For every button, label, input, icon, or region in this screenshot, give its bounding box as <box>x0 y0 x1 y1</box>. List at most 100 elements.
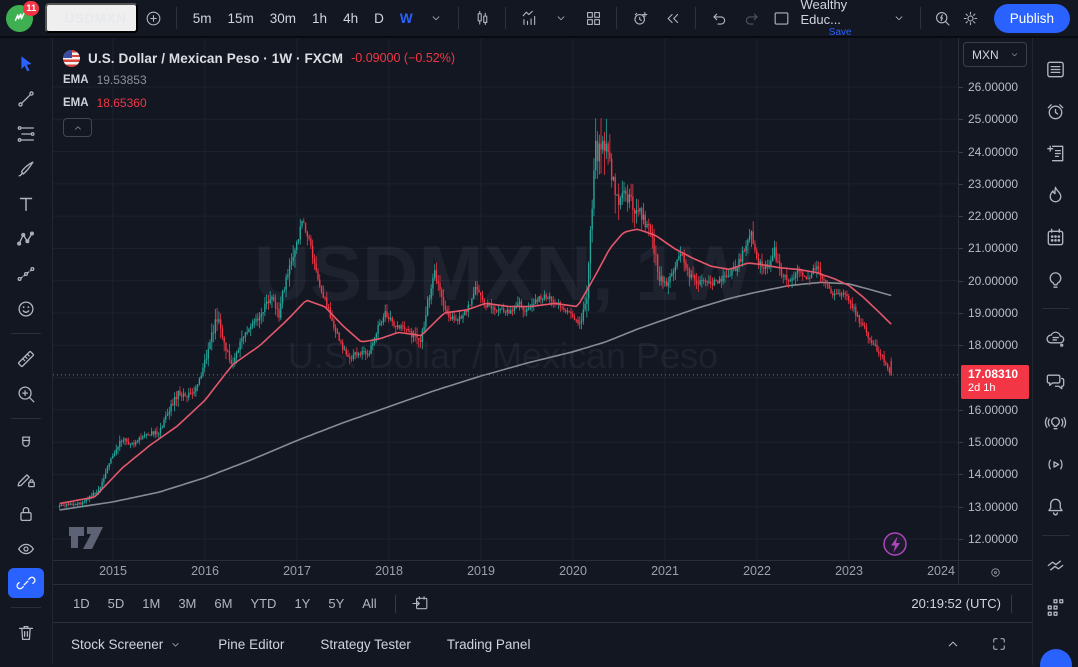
tab-pine-editor[interactable]: Pine Editor <box>218 637 284 652</box>
double-chevrons-icon[interactable] <box>1036 544 1076 586</box>
play-waves-icon[interactable] <box>1036 443 1076 485</box>
price-tick-13: 13.00000 <box>959 499 1032 515</box>
flame-icon[interactable] <box>1036 174 1076 216</box>
bar-replay-icon[interactable] <box>657 3 687 33</box>
tab-label: Stock Screener <box>71 637 163 652</box>
lock-tool[interactable] <box>7 496 45 531</box>
brush-tool[interactable] <box>7 151 45 186</box>
collapse-legend-button[interactable] <box>63 118 92 137</box>
price-change: -0.09000 (−0.52%) <box>351 51 455 65</box>
link-tool[interactable] <box>8 568 44 598</box>
grid-layout-icon[interactable] <box>578 3 608 33</box>
alarm-icon[interactable] <box>1036 90 1076 132</box>
year-tick-2016: 2016 <box>191 564 219 578</box>
draw-lock-tool[interactable] <box>7 461 45 496</box>
chart-pane[interactable]: USDMXN, 1WU.S. Dollar / Mexican Peso U.S… <box>53 38 958 560</box>
tab-stock-screener[interactable]: Stock Screener <box>71 637 182 652</box>
go-to-date-button[interactable] <box>406 589 436 619</box>
axis-settings-corner[interactable] <box>958 561 1032 584</box>
layout-menu-chevron-icon[interactable] <box>886 3 912 33</box>
indicator-row-ema-1[interactable]: EMA18.65360 <box>63 91 455 114</box>
range-5d[interactable]: 5D <box>100 593 133 614</box>
emoji-tool[interactable] <box>7 291 45 326</box>
ruler-tool[interactable] <box>7 341 45 376</box>
time-axis[interactable]: 2015201620172018201920202021202220232024 <box>53 561 958 584</box>
interval-15m[interactable]: 15m <box>220 4 262 32</box>
currency-select[interactable]: MXN <box>963 42 1027 67</box>
maximize-panel-button[interactable] <box>984 629 1014 659</box>
candles-icon[interactable] <box>467 3 497 33</box>
layout-select-icon[interactable] <box>768 3 794 33</box>
symbol-header-row[interactable]: U.S. Dollar / Mexican Peso · 1W · FXCM -… <box>63 48 455 68</box>
quick-search-button[interactable] <box>929 3 955 33</box>
note-plus-icon[interactable] <box>1036 132 1076 174</box>
save-label[interactable]: Save <box>829 27 852 38</box>
trash-tool[interactable] <box>7 615 45 650</box>
workspace: USDMXN, 1WU.S. Dollar / Mexican Peso U.S… <box>0 38 1078 665</box>
chevron-down-icon[interactable] <box>546 3 576 33</box>
range-1d[interactable]: 1D <box>65 593 98 614</box>
price-tick-15: 15.00000 <box>959 434 1032 450</box>
interval-1h[interactable]: 1h <box>304 4 335 32</box>
range-3m[interactable]: 3M <box>170 593 204 614</box>
layout-name-button[interactable]: Wealthy Educ... Save <box>796 0 883 38</box>
undo-icon[interactable] <box>704 3 734 33</box>
tab-trading-panel[interactable]: Trading Panel <box>447 637 531 652</box>
range-all[interactable]: All <box>354 593 384 614</box>
symbol-title[interactable]: U.S. Dollar / Mexican Peso · 1W · FXCM <box>88 51 343 66</box>
bell-icon[interactable] <box>1036 485 1076 527</box>
indicator-row-ema-0[interactable]: EMA19.53853 <box>63 68 455 91</box>
interval-W[interactable]: W <box>392 4 421 32</box>
trend-line-tool[interactable] <box>7 81 45 116</box>
price-tick-24: 24.00000 <box>959 144 1032 160</box>
bar-countdown: 2d 1h <box>968 382 1029 396</box>
watchlist-icon[interactable] <box>1036 48 1076 90</box>
chat-bubbles-icon[interactable] <box>1036 359 1076 401</box>
symbol-search-button[interactable]: USDMXN <box>45 3 138 33</box>
bottom-panel: Stock Screener Pine Editor Strategy Tester… <box>53 622 1032 665</box>
xabcd-pattern-tool[interactable] <box>7 221 45 256</box>
clock-utc[interactable]: 20:19:52 (UTC) <box>911 596 1001 611</box>
publish-button[interactable]: Publish <box>994 4 1070 33</box>
year-tick-2024: 2024 <box>927 564 955 578</box>
alarm-plus-icon[interactable] <box>625 3 655 33</box>
account-menu-button[interactable]: 11 <box>6 2 37 34</box>
toolbar-divider <box>176 7 177 29</box>
support-fab-button[interactable] <box>1040 649 1072 667</box>
interval-menu-chevron-icon[interactable] <box>423 3 451 33</box>
range-ytd[interactable]: YTD <box>242 593 284 614</box>
text-tool-tool[interactable] <box>7 186 45 221</box>
magnet-tool[interactable] <box>7 426 45 461</box>
fib-lines-tool[interactable] <box>7 116 45 151</box>
add-symbol-button[interactable] <box>140 3 168 33</box>
price-axis[interactable]: MXN 17.08310 2d 1h 26.0000025.0000024.00… <box>958 38 1032 560</box>
redo-icon[interactable] <box>736 3 766 33</box>
range-6m[interactable]: 6M <box>206 593 240 614</box>
range-5y[interactable]: 5Y <box>320 593 352 614</box>
bulb-waves-icon[interactable] <box>1036 401 1076 443</box>
eye-tool[interactable] <box>7 531 45 566</box>
year-tick-2020: 2020 <box>559 564 587 578</box>
zoom-in-tool[interactable] <box>7 376 45 411</box>
forecast-tool[interactable] <box>7 256 45 291</box>
interval-D[interactable]: D <box>366 4 392 32</box>
range-1m[interactable]: 1M <box>134 593 168 614</box>
grid-dots-icon[interactable] <box>1036 586 1076 628</box>
settings-gear-button[interactable] <box>957 3 983 33</box>
interval-4h[interactable]: 4h <box>335 4 366 32</box>
calendar-icon[interactable] <box>1036 216 1076 258</box>
indicators-icon[interactable] <box>514 3 544 33</box>
price-tick-16: 16.00000 <box>959 402 1032 418</box>
range-1y[interactable]: 1Y <box>286 593 318 614</box>
tab-strategy-tester[interactable]: Strategy Tester <box>320 637 411 652</box>
expand-panel-button[interactable] <box>938 629 968 659</box>
bottom-panel-tabs: Stock Screener Pine Editor Strategy Tester… <box>71 637 530 652</box>
price-tick-23: 23.00000 <box>959 176 1032 192</box>
cursor-tool[interactable] <box>7 46 45 81</box>
axis-settings-icon[interactable] <box>988 565 1003 580</box>
interval-30m[interactable]: 30m <box>262 4 304 32</box>
tab-label: Trading Panel <box>447 637 531 652</box>
interval-5m[interactable]: 5m <box>185 4 220 32</box>
cloud-chat-icon[interactable] <box>1036 317 1076 359</box>
bulb-icon[interactable] <box>1036 258 1076 300</box>
